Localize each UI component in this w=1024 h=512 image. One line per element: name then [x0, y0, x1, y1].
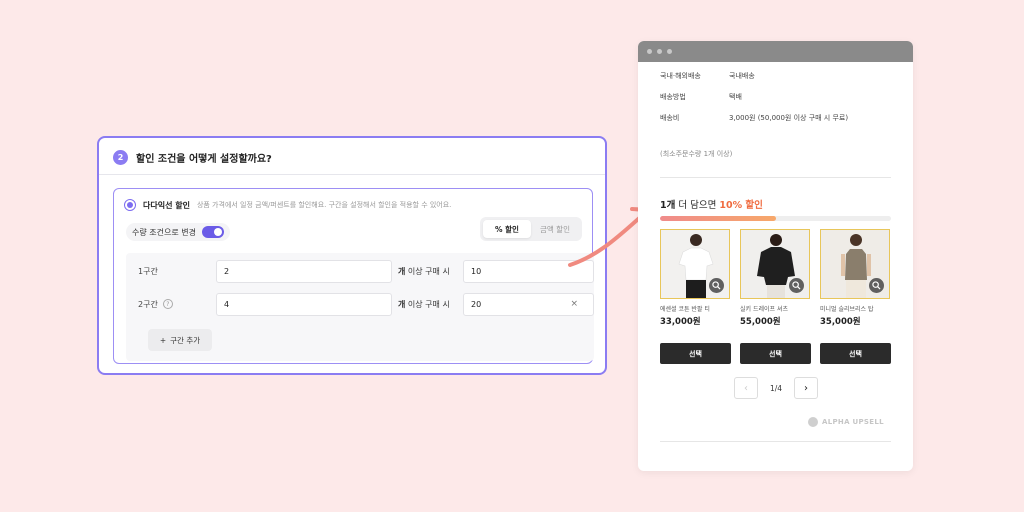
product-image[interactable]: [740, 229, 810, 299]
promo-qty: 1개: [660, 200, 676, 211]
panel-title: 할인 조건을 어떻게 설정할까요?: [136, 154, 272, 165]
prev-page-button[interactable]: ‹: [734, 377, 758, 399]
unit-prefix: 개: [398, 266, 406, 276]
product-card[interactable]: 에센셜 코튼 반팔 티 33,000원: [660, 229, 730, 327]
product-name: 미니멀 슬리브리스 탑: [820, 306, 874, 313]
product-price: 35,000원: [820, 317, 861, 327]
tier-row: 1구간 2 개 이상 구매 시 10: [126, 259, 594, 283]
page-indicator: 1/4: [769, 383, 783, 393]
quantity-condition-toggle[interactable]: [201, 226, 224, 238]
add-tier-label: 구간 추가: [170, 335, 201, 345]
tier-name: 2구간 ?: [138, 299, 173, 310]
divider: [660, 441, 891, 442]
toggle-knob: [213, 228, 222, 236]
product-price: 55,000원: [740, 317, 781, 327]
product-name: 실키 드레이프 셔츠: [740, 306, 788, 313]
tier-row: 2구간 ? 4 개 이상 구매 시 20 ×: [126, 292, 594, 316]
panel-header: 2 할인 조건을 어떻게 설정할까요?: [113, 150, 272, 165]
pagination: ‹ 1/4 ›: [734, 377, 818, 399]
radio-dot: [127, 202, 133, 208]
product-image[interactable]: [820, 229, 890, 299]
select-button[interactable]: 선택: [660, 343, 731, 364]
tier-quantity-input[interactable]: 2: [216, 259, 392, 283]
tier-name-label: 1구간: [138, 266, 158, 276]
unit-prefix: 개: [398, 299, 406, 309]
select-button[interactable]: 선택: [740, 343, 811, 364]
quantity-condition-toggle-row: 수량 조건으로 변경: [126, 223, 230, 241]
window-dot: [657, 49, 662, 54]
option-label: 다다익선 할인: [143, 200, 190, 210]
tab-percent-discount[interactable]: % 할인: [483, 220, 531, 238]
search-icon[interactable]: [869, 278, 884, 293]
next-page-button[interactable]: ›: [794, 377, 818, 399]
divider: [99, 174, 605, 175]
promo-discount: 10% 할인: [719, 200, 763, 211]
info-value: 택배: [729, 93, 742, 101]
divider: [660, 177, 891, 178]
promo-mid: 더 담으면: [675, 200, 720, 211]
brand-logo: ALPHA UPSELL: [808, 417, 884, 427]
product-card[interactable]: 미니멀 슬리브리스 탑 35,000원: [820, 229, 890, 327]
discount-option-card[interactable]: 다다익선 할인 상품 가격에서 일정 금액/퍼센트를 할인해요. 구간을 설정해…: [113, 188, 594, 364]
product-card[interactable]: 실키 드레이프 셔츠 55,000원: [740, 229, 810, 327]
help-icon[interactable]: ?: [162, 299, 173, 309]
info-key: 배송방법: [660, 93, 686, 101]
toggle-label: 수량 조건으로 변경: [132, 227, 196, 237]
shop-preview-window: 국내·해외배송 국내배송 배송방법 택배 배송비 3,000원 (50,000원…: [638, 41, 913, 471]
tier-list: 1구간 2 개 이상 구매 시 10 2구간 ? 4 개 이상 구매 시 20 …: [126, 253, 594, 361]
info-row: 배송방법 택배: [660, 92, 742, 102]
search-icon[interactable]: [789, 278, 804, 293]
product-list: 에센셜 코튼 반팔 티 33,000원 실키 드레이프 셔츠 55,000원 미…: [660, 229, 890, 327]
info-value: 3,000원 (50,000원 이상 구매 시 무료): [729, 114, 849, 122]
product-name: 에센셜 코튼 반팔 티: [660, 306, 710, 313]
plus-icon: +: [159, 335, 167, 345]
radio-button[interactable]: [124, 199, 136, 211]
unit-suffix: 이상 구매 시: [407, 299, 450, 309]
min-order-text: (최소주문수량 1개 이상): [660, 150, 733, 158]
window-titlebar: [638, 41, 913, 62]
tier-unit-text: 개 이상 구매 시: [398, 266, 450, 277]
window-dot: [667, 49, 672, 54]
add-tier-button[interactable]: + 구간 추가: [148, 329, 212, 351]
brand-icon: [808, 417, 818, 427]
info-key: 배송비: [660, 114, 680, 122]
info-row: 배송비 3,000원 (50,000원 이상 구매 시 무료): [660, 113, 848, 123]
product-image[interactable]: [660, 229, 730, 299]
product-price: 33,000원: [660, 317, 701, 327]
select-button[interactable]: 선택: [820, 343, 891, 364]
option-row: 다다익선 할인 상품 가격에서 일정 금액/퍼센트를 할인해요. 구간을 설정해…: [124, 199, 451, 211]
upsell-message: 1개 더 담으면 10% 할인: [660, 197, 763, 211]
option-description: 상품 가격에서 일정 금액/퍼센트를 할인해요. 구간을 설정해서 할인을 적용…: [196, 201, 452, 209]
step-badge: 2: [113, 150, 128, 165]
close-icon[interactable]: ×: [570, 299, 578, 309]
brand-name: ALPHA UPSELL: [822, 418, 884, 426]
tier-unit-text: 개 이상 구매 시: [398, 299, 450, 310]
info-row: 국내·해외배송 국내배송: [660, 71, 755, 81]
window-dot: [647, 49, 652, 54]
tier-quantity-input[interactable]: 4: [216, 292, 392, 316]
info-key: 국내·해외배송: [660, 72, 701, 80]
tier-name-label: 2구간: [138, 299, 158, 309]
tier-name: 1구간: [138, 266, 158, 277]
progress-fill: [660, 216, 776, 221]
info-value: 국내배송: [729, 72, 755, 80]
unit-suffix: 이상 구매 시: [407, 266, 450, 276]
search-icon[interactable]: [709, 278, 724, 293]
discount-settings-panel: 2 할인 조건을 어떻게 설정할까요? 다다익선 할인 상품 가격에서 일정 금…: [97, 136, 607, 375]
upsell-progress-bar: [660, 216, 891, 221]
